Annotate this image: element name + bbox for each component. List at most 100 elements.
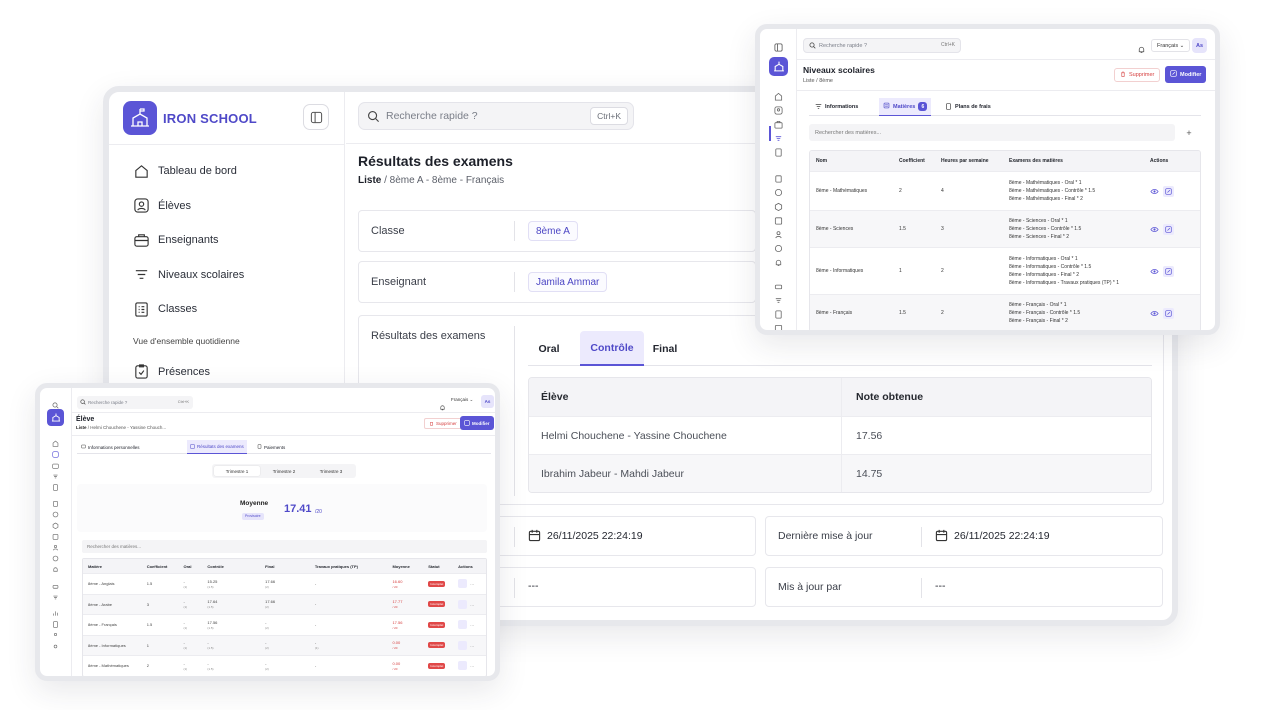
avatar[interactable]: As [1192, 38, 1207, 53]
table-row[interactable]: 8ème - Mathématiques 2 4 8ème - Mathémat… [810, 171, 1200, 210]
table-row[interactable]: 8ème - Arabe 3 - (1) 17.64 (1.5) 17.66 (2) … [83, 593, 486, 614]
sidebar-item-dashboard[interactable]: Tableau de bord [133, 154, 244, 189]
view-icon[interactable] [1150, 309, 1159, 318]
tab-trimester-3[interactable]: Trimestre 3 [308, 466, 354, 476]
users-icon[interactable] [774, 226, 783, 239]
more-icon[interactable]: … [470, 663, 474, 668]
package-icon[interactable] [52, 516, 59, 530]
table-row[interactable]: 8ème - Sciences 1.5 3 8ème - Sciences - … [810, 210, 1200, 247]
search-input[interactable]: Recherche rapide ? Ctrl+K [77, 396, 193, 409]
view-icon[interactable] [458, 599, 468, 609]
classes-icon[interactable] [52, 478, 59, 491]
delete-button[interactable]: Supprimer [424, 418, 462, 429]
clipboard-icon[interactable] [774, 170, 783, 183]
tab-payments[interactable]: Paiements [257, 440, 285, 454]
home-icon[interactable] [774, 88, 783, 101]
settings-icon[interactable] [52, 637, 59, 649]
table-row[interactable]: 8ème - Anglais 1.5 - (1) 15.25 (1.5) 17.66… [83, 573, 486, 594]
table-row[interactable]: Helmi Chouchene - Yassine Chouchene 17.5… [529, 416, 1151, 454]
view-icon[interactable] [1150, 225, 1159, 234]
edit-button[interactable]: Modifier [1165, 66, 1207, 83]
tab-matieres[interactable]: Matières 6 [879, 98, 932, 116]
teacher-chip[interactable]: Jamila Ammar [528, 272, 608, 292]
avatar[interactable]: As [481, 395, 494, 408]
more-icon[interactable]: … [470, 643, 474, 648]
table-row[interactable]: 8ème - Informatiques 1 2 8ème - Informat… [810, 247, 1200, 294]
tab-exam-results[interactable]: Résultats des examens [187, 440, 247, 454]
edit-icon[interactable] [1163, 185, 1174, 197]
message-icon[interactable] [52, 549, 59, 562]
bell-icon[interactable] [439, 398, 446, 411]
bell-icon[interactable] [52, 560, 59, 572]
sidebar-item-teachers[interactable]: Enseignants [133, 223, 244, 258]
calendar-icon[interactable] [52, 527, 59, 540]
bell-icon[interactable] [774, 254, 783, 267]
brand[interactable]: IRON SCHOOL [123, 100, 257, 136]
edit-icon[interactable] [1163, 307, 1174, 319]
more-icon[interactable]: … [470, 581, 474, 586]
filter-icon[interactable] [774, 292, 783, 303]
school-logo-icon[interactable] [769, 57, 788, 76]
tab-personal-info[interactable]: Informations personnelles [81, 440, 140, 454]
chat-icon[interactable] [774, 184, 783, 197]
table-row[interactable]: 8ème - Mathématiques 2 - (1) - (1.5) - (2) … [83, 655, 486, 676]
edit-icon[interactable] [1163, 223, 1174, 235]
more-icon[interactable]: … [470, 622, 474, 627]
chart-icon[interactable] [52, 604, 59, 616]
tab-trimester-1[interactable]: Trimestre 1 [214, 466, 260, 476]
package-icon[interactable] [774, 198, 783, 212]
printer-icon[interactable] [774, 278, 783, 290]
chat-icon[interactable] [52, 505, 59, 518]
add-subject-button[interactable]: + [1181, 125, 1197, 140]
sidebar-toggle-icon[interactable] [774, 39, 783, 52]
subject-search-input[interactable]: Rechercher des matières... [82, 540, 487, 553]
bell-icon[interactable] [1137, 41, 1146, 54]
student-icon[interactable] [52, 445, 59, 458]
tab-plans-frais[interactable]: Plans de frais [945, 98, 991, 116]
table-row[interactable]: Ibrahim Jabeur - Mahdi Jabeur 14.75 [529, 454, 1151, 492]
tab-trimester-2[interactable]: Trimestre 2 [261, 466, 307, 476]
home-icon[interactable] [52, 434, 59, 447]
filter-icon[interactable] [52, 588, 59, 600]
view-icon[interactable] [458, 661, 468, 671]
levels-icon[interactable] [52, 467, 59, 479]
table-row[interactable]: 8ème - Français 1.5 2 8ème - Français - … [810, 294, 1200, 330]
document-icon[interactable] [774, 306, 783, 319]
school-logo-icon[interactable] [47, 409, 64, 426]
clipboard-icon[interactable] [52, 494, 59, 507]
document-icon[interactable] [52, 615, 59, 628]
more-icon[interactable]: … [470, 602, 474, 607]
message-icon[interactable] [774, 240, 783, 253]
sidebar-item-classes[interactable]: Classes [133, 292, 244, 327]
student-icon[interactable] [774, 102, 783, 115]
subject-search-input[interactable]: Rechercher des matières... [809, 124, 1175, 141]
teacher-icon[interactable] [52, 456, 59, 469]
sidebar-item-students[interactable]: Élèves [133, 189, 244, 224]
view-icon[interactable] [1150, 187, 1159, 196]
class-chip[interactable]: 8ème A [528, 221, 578, 241]
edit-button[interactable]: Modifier [460, 416, 494, 430]
sidebar-item-levels[interactable]: Niveaux scolaires [133, 258, 244, 293]
delete-button[interactable]: Supprimer [1114, 68, 1161, 82]
user-settings-icon[interactable] [52, 626, 59, 636]
collapse-sidebar-button[interactable] [303, 104, 329, 130]
view-icon[interactable] [458, 640, 468, 650]
table-row[interactable]: 8ème - Français 1.5 - (1) 17.56 (1.5) - (2)… [83, 614, 486, 635]
users-icon[interactable] [52, 538, 59, 551]
table-row[interactable]: 8ème - Informatiques 1 - (1) - (1.5) - (2) … [83, 634, 486, 655]
view-icon[interactable] [458, 620, 468, 630]
printer-icon[interactable] [52, 577, 59, 589]
search-input[interactable]: Recherche rapide ? Ctrl+K [803, 38, 961, 53]
view-icon[interactable] [1150, 267, 1159, 276]
breadcrumb-root[interactable]: Liste [76, 425, 87, 430]
teacher-icon[interactable] [774, 116, 783, 129]
search-icon[interactable] [52, 396, 59, 409]
tab-informations[interactable]: Informations [815, 98, 858, 116]
tab-controle[interactable]: Contrôle [580, 331, 644, 366]
breadcrumb-root[interactable]: Liste [358, 175, 381, 186]
classes-icon[interactable] [774, 144, 783, 157]
language-select[interactable]: Français ⌄ [451, 397, 473, 403]
edit-icon[interactable] [1163, 265, 1174, 277]
image-icon[interactable] [774, 320, 783, 330]
search-input[interactable]: Recherche rapide ? Ctrl+K [358, 102, 634, 130]
